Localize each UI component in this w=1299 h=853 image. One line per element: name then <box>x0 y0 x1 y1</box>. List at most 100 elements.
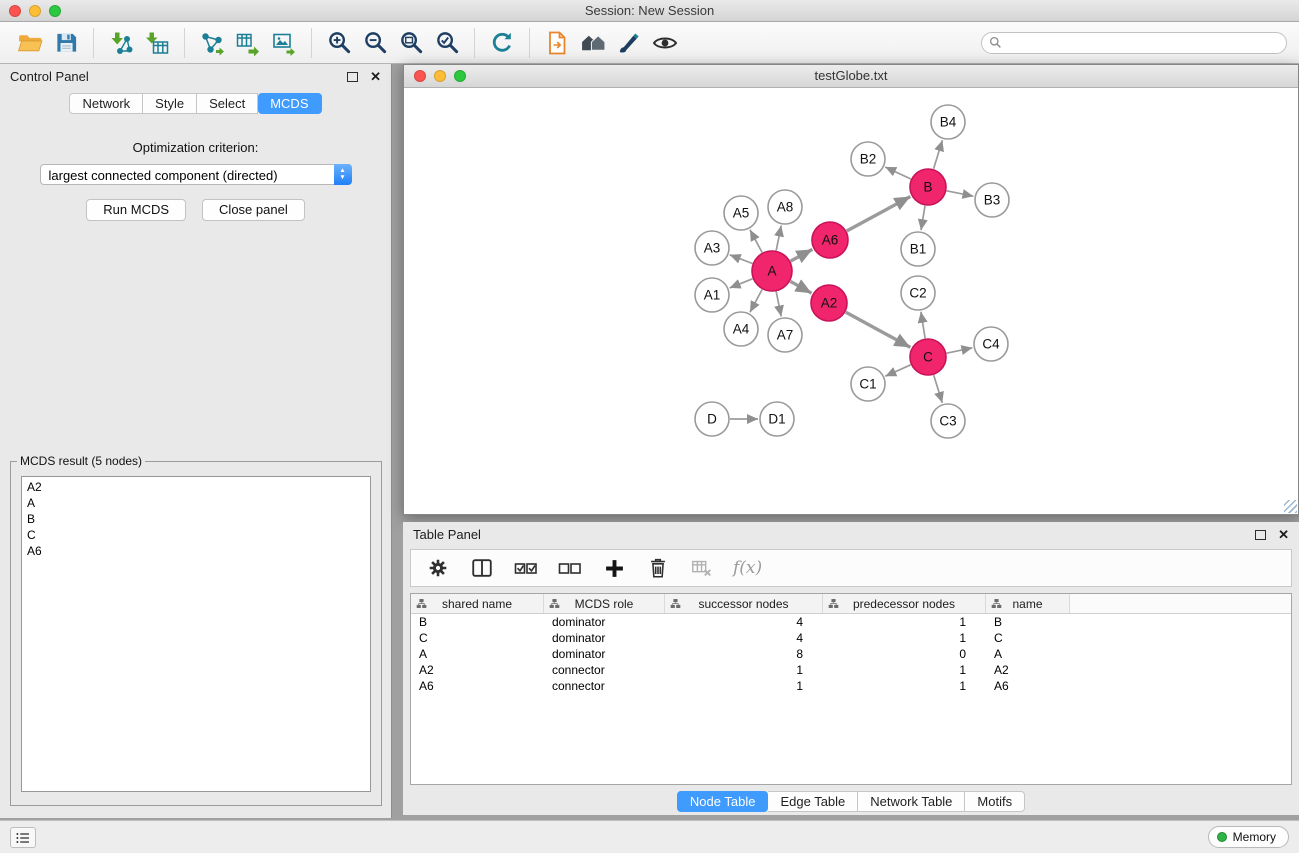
tab-motifs[interactable]: Motifs <box>965 791 1025 812</box>
graph-edge-B-B4[interactable] <box>934 140 943 169</box>
graph-node-C[interactable]: C <box>910 339 946 375</box>
graph-node-C4[interactable]: C4 <box>974 327 1008 361</box>
graph-edge-B-B3[interactable] <box>947 191 974 196</box>
graph-edge-A-A3[interactable] <box>730 255 753 264</box>
graph-node-C3[interactable]: C3 <box>931 404 965 438</box>
refresh-layout-button[interactable] <box>484 25 520 61</box>
deselect-all-button[interactable] <box>555 553 585 583</box>
graph-node-A2[interactable]: A2 <box>811 285 847 321</box>
tab-select[interactable]: Select <box>197 93 258 114</box>
graph-node-B4[interactable]: B4 <box>931 105 965 139</box>
result-item[interactable]: C <box>27 527 365 543</box>
result-item[interactable]: A6 <box>27 543 365 559</box>
column-header-MCDS-role[interactable]: MCDS role <box>544 594 665 613</box>
graph-edge-A-A1[interactable] <box>730 279 753 288</box>
zoom-selected-button[interactable] <box>429 25 465 61</box>
graph-edge-A6-B[interactable] <box>847 197 911 232</box>
graph-edge-A-A5[interactable] <box>750 230 762 253</box>
add-column-button[interactable] <box>599 553 629 583</box>
graph-node-B[interactable]: B <box>910 169 946 205</box>
column-header-predecessor-nodes[interactable]: predecessor nodes <box>823 594 986 613</box>
graph-node-B1[interactable]: B1 <box>901 232 935 266</box>
zoom-fit-button[interactable] <box>393 25 429 61</box>
table-row[interactable]: Cdominator41C <box>411 630 1291 646</box>
graph-node-B2[interactable]: B2 <box>851 142 885 176</box>
tab-network-table[interactable]: Network Table <box>858 791 965 812</box>
show-columns-button[interactable] <box>467 553 497 583</box>
graph-edge-C-C4[interactable] <box>947 348 973 353</box>
home-button[interactable] <box>575 25 611 61</box>
graph-edge-C-C2[interactable] <box>921 312 925 338</box>
graph-node-A6[interactable]: A6 <box>812 222 848 258</box>
search-input[interactable] <box>981 32 1287 54</box>
close-window-button[interactable] <box>9 5 21 17</box>
tab-style[interactable]: Style <box>143 93 197 114</box>
export-network-button[interactable] <box>194 25 230 61</box>
table-settings-button[interactable] <box>423 553 453 583</box>
export-table-button[interactable] <box>230 25 266 61</box>
float-panel-button[interactable] <box>347 72 358 82</box>
close-panel-button[interactable]: ✕ <box>370 72 381 82</box>
zoom-window-button[interactable] <box>49 5 61 17</box>
table-row[interactable]: A6connector11A6 <box>411 678 1291 694</box>
tab-node-table[interactable]: Node Table <box>677 791 769 812</box>
network-canvas-svg[interactable]: B4B2BB3A5A8A6A3B1AC2A1A2A4A7C4CC1DD1C3 <box>404 88 1298 514</box>
graph-node-A4[interactable]: A4 <box>724 312 758 346</box>
open-session-button[interactable] <box>12 25 48 61</box>
import-table-button[interactable] <box>139 25 175 61</box>
graph-edge-A-A7[interactable] <box>776 292 781 317</box>
memory-button[interactable]: Memory <box>1208 826 1289 848</box>
close-table-panel-button[interactable]: ✕ <box>1278 530 1289 540</box>
graph-edge-B-B2[interactable] <box>885 167 911 179</box>
graph-node-A8[interactable]: A8 <box>768 190 802 224</box>
zoom-network-button[interactable] <box>454 70 466 82</box>
column-header-shared-name[interactable]: shared name <box>411 594 544 613</box>
export-image-button[interactable] <box>266 25 302 61</box>
minimize-window-button[interactable] <box>29 5 41 17</box>
resize-grip[interactable] <box>1284 500 1297 513</box>
table-row[interactable]: A2connector11A2 <box>411 662 1291 678</box>
graph-edge-C-C1[interactable] <box>885 365 910 376</box>
graph-node-A[interactable]: A <box>752 251 792 291</box>
minimize-network-button[interactable] <box>434 70 446 82</box>
close-panel-button-mcds[interactable]: Close panel <box>202 199 305 221</box>
graph-edge-A-A2[interactable] <box>790 281 811 293</box>
table-row[interactable]: Adominator80A <box>411 646 1291 662</box>
column-header-successor-nodes[interactable]: successor nodes <box>665 594 823 613</box>
mcds-result-list[interactable]: A2ABCA6 <box>21 476 371 792</box>
graph-node-D[interactable]: D <box>695 402 729 436</box>
save-session-button[interactable] <box>48 25 84 61</box>
zoom-in-button[interactable] <box>321 25 357 61</box>
graph-edge-B-B1[interactable] <box>921 206 925 230</box>
close-network-button[interactable] <box>414 70 426 82</box>
graph-node-A7[interactable]: A7 <box>768 318 802 352</box>
network-canvas[interactable]: B4B2BB3A5A8A6A3B1AC2A1A2A4A7C4CC1DD1C3 <box>404 88 1298 514</box>
graph-node-A5[interactable]: A5 <box>724 196 758 230</box>
delete-button[interactable] <box>643 553 673 583</box>
table-row[interactable]: Bdominator41B <box>411 614 1291 630</box>
status-list-button[interactable] <box>10 827 36 848</box>
first-neighbors-button[interactable] <box>539 25 575 61</box>
optimization-dropdown[interactable]: largest connected component (directed) ▲… <box>40 164 352 185</box>
style-brush-button[interactable] <box>611 25 647 61</box>
graph-edge-A2-C[interactable] <box>846 312 911 347</box>
select-all-button[interactable] <box>511 553 541 583</box>
tab-edge-table[interactable]: Edge Table <box>768 791 858 812</box>
graph-edge-C-C3[interactable] <box>934 375 943 403</box>
import-network-button[interactable] <box>103 25 139 61</box>
result-item[interactable]: B <box>27 511 365 527</box>
graph-edge-A-A4[interactable] <box>750 290 762 313</box>
tab-mcds[interactable]: MCDS <box>258 93 321 114</box>
graph-edge-A-A6[interactable] <box>791 249 813 261</box>
graph-node-A1[interactable]: A1 <box>695 278 729 312</box>
tab-network[interactable]: Network <box>69 93 143 114</box>
zoom-out-button[interactable] <box>357 25 393 61</box>
column-header-name[interactable]: name <box>986 594 1070 613</box>
graph-node-D1[interactable]: D1 <box>760 402 794 436</box>
graph-node-B3[interactable]: B3 <box>975 183 1009 217</box>
graph-node-A3[interactable]: A3 <box>695 231 729 265</box>
run-mcds-button[interactable]: Run MCDS <box>86 199 186 221</box>
result-item[interactable]: A2 <box>27 479 365 495</box>
result-item[interactable]: A <box>27 495 365 511</box>
graph-node-C2[interactable]: C2 <box>901 276 935 310</box>
